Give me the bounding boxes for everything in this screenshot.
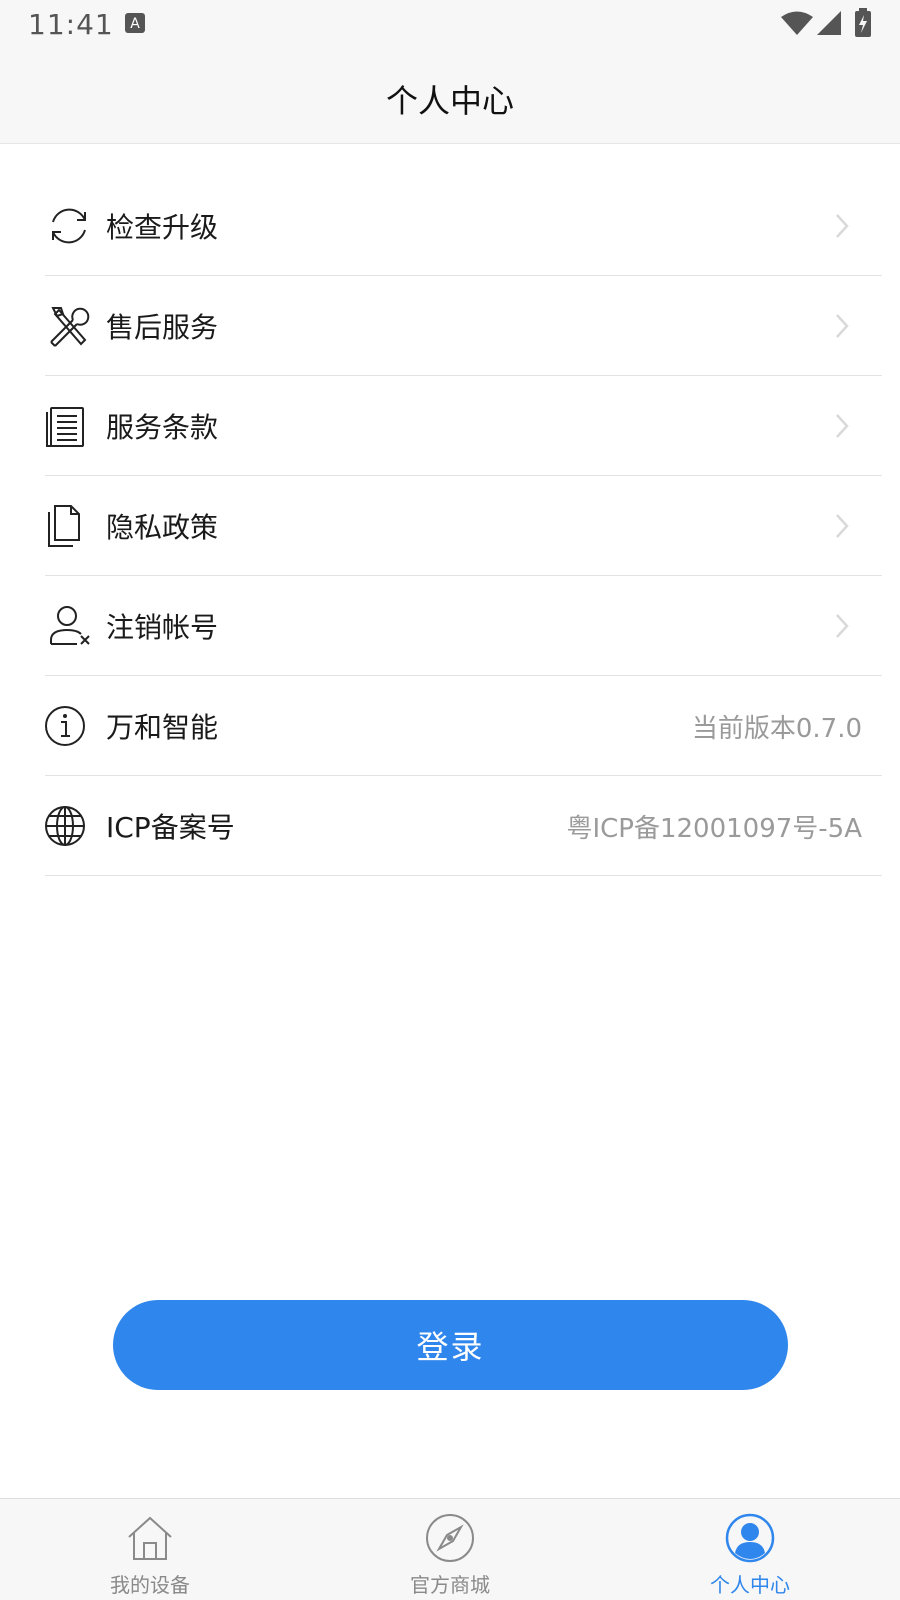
globe-icon bbox=[45, 802, 93, 850]
user-remove-icon bbox=[45, 602, 93, 650]
menu-item-label: ICP备案号 bbox=[106, 811, 235, 844]
menu-item-delete-account[interactable]: 注销帐号 bbox=[45, 576, 882, 676]
chevron-right-icon bbox=[832, 512, 852, 540]
menu-item-label: 隐私政策 bbox=[106, 511, 219, 544]
menu-item-about: 万和智能 当前版本0.7.0 bbox=[45, 676, 882, 776]
menu-item-icp: ICP备案号 粤ICP备12001097号-5A bbox=[45, 776, 882, 876]
page-title: 个人中心 bbox=[385, 82, 514, 120]
wifi-icon bbox=[780, 10, 814, 40]
tab-personal-center[interactable]: 个人中心 bbox=[600, 1499, 900, 1600]
a-notification-icon: A bbox=[124, 12, 146, 38]
home-icon bbox=[125, 1513, 175, 1563]
menu-item-terms[interactable]: 服务条款 bbox=[45, 376, 882, 476]
chevron-right-icon bbox=[832, 312, 852, 340]
files-icon bbox=[45, 502, 93, 550]
icp-number-text: 粤ICP备12001097号-5A bbox=[566, 814, 862, 844]
user-icon bbox=[725, 1513, 775, 1563]
battery-charging-icon bbox=[854, 8, 872, 42]
compass-icon bbox=[425, 1513, 475, 1563]
tab-label: 个人中心 bbox=[710, 1573, 790, 1597]
refresh-icon bbox=[45, 202, 93, 250]
menu-item-label: 万和智能 bbox=[106, 711, 219, 744]
login-button[interactable]: 登录 bbox=[113, 1300, 788, 1390]
tab-official-store[interactable]: 官方商城 bbox=[300, 1499, 600, 1600]
menu-item-label: 售后服务 bbox=[106, 311, 219, 344]
info-icon bbox=[45, 702, 93, 750]
bottom-tab-bar: 我的设备 官方商城 个人中心 bbox=[0, 1498, 900, 1600]
menu-item-privacy[interactable]: 隐私政策 bbox=[45, 476, 882, 576]
menu-item-label: 服务条款 bbox=[106, 411, 219, 444]
status-time: 11:41 bbox=[28, 8, 114, 41]
tab-my-devices[interactable]: 我的设备 bbox=[0, 1499, 300, 1600]
signal-icon bbox=[816, 10, 842, 40]
menu-item-after-sales[interactable]: 售后服务 bbox=[45, 276, 882, 376]
tools-icon bbox=[45, 302, 93, 350]
chevron-right-icon bbox=[832, 412, 852, 440]
chevron-right-icon bbox=[832, 612, 852, 640]
app-header: 个人中心 bbox=[0, 48, 900, 144]
menu-list: 检查升级 售后服务 服务条款 隐私政策 注销帐号 万和智能 当前版本0.7.0 … bbox=[45, 176, 882, 876]
menu-item-label: 注销帐号 bbox=[106, 611, 219, 644]
chevron-right-icon bbox=[832, 212, 852, 240]
tab-label: 我的设备 bbox=[110, 1573, 190, 1597]
document-list-icon bbox=[45, 402, 93, 450]
tab-label: 官方商城 bbox=[410, 1573, 490, 1597]
svg-text:A: A bbox=[130, 16, 140, 32]
menu-item-label: 检查升级 bbox=[106, 211, 219, 244]
version-text: 当前版本0.7.0 bbox=[691, 714, 862, 744]
status-bar: 11:41 A bbox=[0, 0, 900, 48]
menu-item-check-update[interactable]: 检查升级 bbox=[45, 176, 882, 276]
